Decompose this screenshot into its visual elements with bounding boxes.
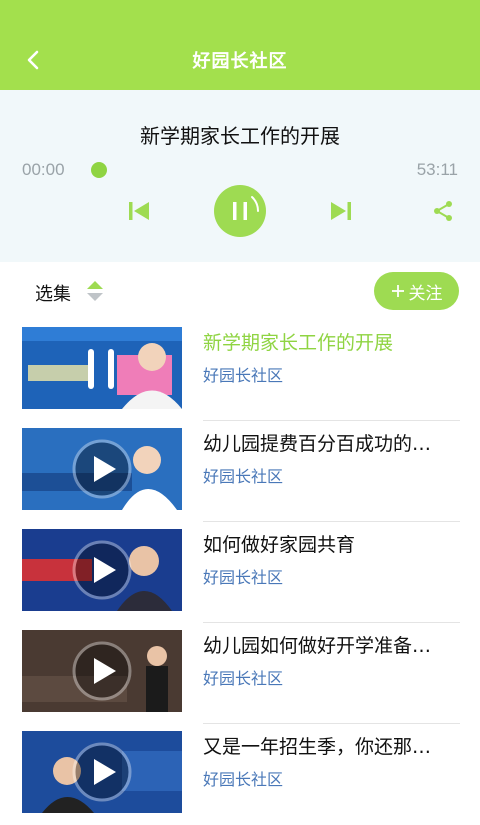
list-item[interactable]: 又是一年招生季，你还那… 好园长社区: [0, 724, 480, 825]
pause-button[interactable]: [214, 185, 266, 237]
sort-icon[interactable]: [86, 279, 104, 303]
episode-author: 好园长社区: [203, 770, 284, 789]
previous-icon[interactable]: [126, 198, 152, 224]
list-item[interactable]: 新学期家长工作的开展 好园长社区: [0, 320, 480, 421]
list-item[interactable]: 幼儿园提费百分百成功的… 好园长社区: [0, 421, 480, 522]
audio-player: 新学期家长工作的开展 00:00 53:11: [0, 90, 480, 262]
page-title: 好园长社区: [192, 51, 288, 72]
episode-thumbnail: [22, 529, 182, 611]
next-icon[interactable]: [328, 198, 354, 224]
follow-label: 关注: [408, 283, 443, 304]
episode-author: 好园长社区: [203, 669, 284, 688]
list-item[interactable]: 如何做好家园共育 好园长社区: [0, 522, 480, 623]
episode-thumbnail: [22, 428, 182, 510]
episode-author: 好园长社区: [203, 467, 284, 486]
player-title: 新学期家长工作的开展: [140, 124, 340, 148]
status-bar: [0, 0, 480, 30]
episode-thumbnail: [22, 731, 182, 813]
header: 好园长社区: [0, 30, 480, 90]
share-icon[interactable]: [431, 199, 455, 223]
episode-title: 如何做好家园共育: [203, 534, 356, 556]
episode-title: 又是一年招生季，你还那…: [203, 736, 432, 758]
episode-author: 好园长社区: [203, 366, 284, 385]
chevron-left-icon[interactable]: [22, 48, 46, 72]
total-time: 53:11: [416, 160, 458, 179]
episodes-label: 选集: [35, 284, 71, 305]
current-time: 00:00: [22, 160, 65, 179]
pause-icon: [233, 196, 260, 220]
episode-thumbnail: [22, 630, 182, 712]
episode-title: 幼儿园如何做好开学准备…: [203, 635, 432, 657]
episode-author: 好园长社区: [203, 568, 284, 587]
episode-thumbnail: [22, 327, 182, 409]
episode-title: 幼儿园提费百分百成功的…: [203, 433, 432, 455]
list-item[interactable]: 幼儿园如何做好开学准备… 好园长社区: [0, 623, 480, 724]
episode-title: 新学期家长工作的开展: [203, 332, 394, 354]
follow-button[interactable]: 关注: [374, 272, 459, 310]
plus-icon: [391, 285, 404, 297]
progress-slider[interactable]: [91, 162, 107, 178]
episode-toolbar: 选集 关注: [0, 262, 480, 320]
